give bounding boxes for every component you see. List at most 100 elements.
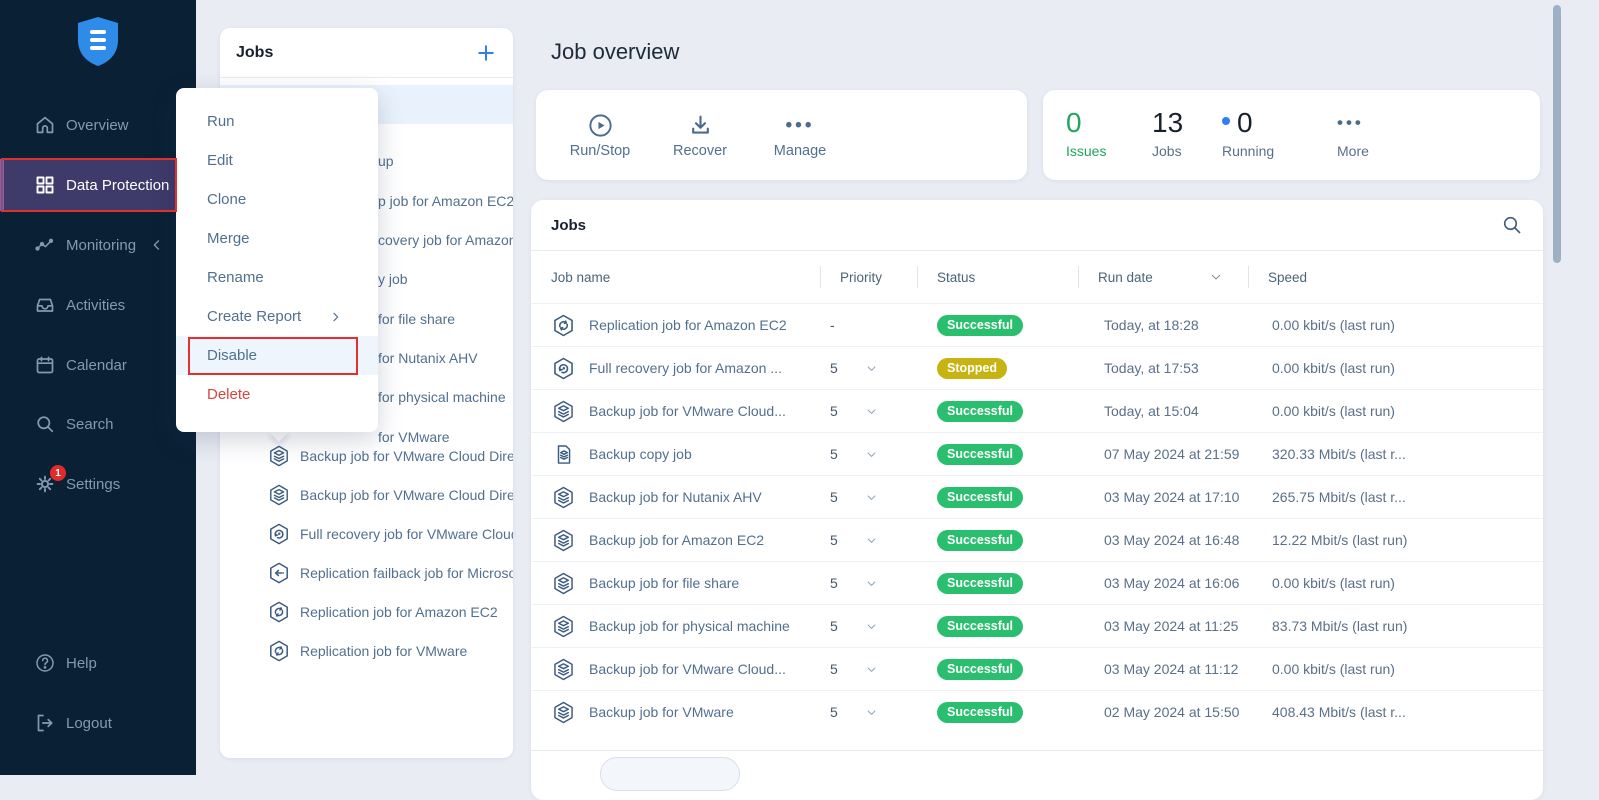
speed-cell: 0.00 kbit/s (last run) xyxy=(1248,403,1543,419)
priority-dropdown-chevron-icon[interactable] xyxy=(864,576,879,591)
app-root: { "colors": { "sidebar_bg": "#0a2135", "… xyxy=(0,0,1599,775)
run-date-cell: 02 May 2024 at 15:50 xyxy=(1078,704,1248,720)
job-item-label-fragment: for file share xyxy=(378,311,455,327)
table-row[interactable]: Replication job for Amazon EC2-Successfu… xyxy=(531,303,1543,346)
sidebar-item-data-protection[interactable]: Data Protection xyxy=(0,159,196,211)
run-date-cell: Today, at 18:28 xyxy=(1078,317,1248,333)
context-menu-item-label: Clone xyxy=(207,191,246,208)
sidebar-item-label: Logout xyxy=(66,715,112,732)
priority-dropdown-chevron-icon[interactable] xyxy=(864,619,879,634)
replication-job-icon xyxy=(267,600,291,624)
table-row[interactable]: Backup job for VMware Cloud...5Successfu… xyxy=(531,389,1543,432)
priority-dropdown-chevron-icon[interactable] xyxy=(864,404,879,419)
column-header-run-date[interactable]: Run date xyxy=(1078,251,1248,303)
job-item-label: Replication failback job for Microsof xyxy=(300,565,513,581)
job-name: Backup job for physical machine xyxy=(589,618,790,634)
run-date-cell: 07 May 2024 at 21:59 xyxy=(1078,446,1248,462)
sidebar-item-monitoring[interactable]: Monitoring xyxy=(0,219,196,271)
column-header-priority[interactable]: Priority xyxy=(820,251,917,303)
jobs-list-item[interactable]: Replication failback job for Microsof xyxy=(220,553,513,592)
table-row[interactable]: Backup job for Amazon EC25Successful03 M… xyxy=(531,518,1543,561)
context-menu-item-clone[interactable]: Clone xyxy=(176,180,378,219)
sidebar-item-settings[interactable]: 1Settings xyxy=(0,458,196,510)
run-stop-button[interactable]: Run/Stop xyxy=(564,111,636,159)
priority-dropdown-chevron-icon[interactable] xyxy=(864,447,879,462)
context-menu-item-create-report[interactable]: Create Report xyxy=(176,297,378,336)
table-row[interactable]: Backup job for file share5Successful03 M… xyxy=(531,561,1543,604)
table-row[interactable]: Backup job for VMware5Successful02 May 2… xyxy=(531,690,1543,733)
sidebar-item-label: Settings xyxy=(66,476,120,493)
job-name-cell: Backup job for file share xyxy=(531,571,820,596)
search-icon[interactable] xyxy=(1501,214,1523,236)
sidebar-item-calendar[interactable]: Calendar xyxy=(0,339,196,391)
priority-cell: 5 xyxy=(820,704,917,720)
table-footer-button[interactable] xyxy=(600,757,740,791)
priority-value: 5 xyxy=(830,403,838,419)
job-name: Backup job for file share xyxy=(589,575,739,591)
sidebar-item-overview[interactable]: Overview xyxy=(0,99,196,151)
context-menu-item-delete[interactable]: Delete xyxy=(176,375,378,414)
job-name: Backup job for VMware Cloud... xyxy=(589,661,786,677)
priority-dropdown-chevron-icon[interactable] xyxy=(864,490,879,505)
column-header-label: Run date xyxy=(1098,270,1153,285)
column-header-job-name[interactable]: Job name xyxy=(531,251,820,303)
chevron-left-icon[interactable] xyxy=(148,236,166,254)
manage-button[interactable]: •••Manage xyxy=(764,111,836,159)
sidebar-item-activities[interactable]: Activities xyxy=(0,279,196,331)
toolbar-button-label: Run/Stop xyxy=(570,143,630,159)
recover-button[interactable]: Recover xyxy=(664,111,736,159)
jobs-list-item[interactable]: Replication job for Amazon EC2 xyxy=(220,592,513,631)
run-date-cell: Today, at 15:04 xyxy=(1078,403,1248,419)
jobs-list-item[interactable]: Backup job for VMware Cloud Direc xyxy=(220,475,513,514)
jobs-list-item[interactable]: Full recovery job for VMware Cloud xyxy=(220,514,513,553)
priority-dropdown-chevron-icon[interactable] xyxy=(864,662,879,677)
stat-more[interactable]: •••More xyxy=(1337,107,1369,159)
context-menu-item-rename[interactable]: Rename xyxy=(176,258,378,297)
job-item-label: Backup job for VMware Cloud Direc xyxy=(300,448,513,464)
stat-label: Running xyxy=(1222,143,1274,159)
status-badge: Successful xyxy=(937,573,1023,594)
run-date-cell: 03 May 2024 at 16:48 xyxy=(1078,532,1248,548)
priority-dropdown-chevron-icon[interactable] xyxy=(864,705,879,720)
priority-dropdown-chevron-icon[interactable] xyxy=(864,533,879,548)
logout-icon xyxy=(33,711,57,735)
add-job-button[interactable] xyxy=(475,42,497,64)
stat-label: Issues xyxy=(1066,143,1106,159)
jobs-table-title: Jobs xyxy=(551,217,586,234)
jobs-table-card: Jobs Job namePriorityStatus Run date Speed… xyxy=(531,200,1543,800)
vertical-scrollbar-thumb[interactable] xyxy=(1553,5,1561,263)
job-name-cell: Backup job for VMware xyxy=(531,700,820,725)
context-menu-item-edit[interactable]: Edit xyxy=(176,141,378,180)
job-item-label: Full recovery job for VMware Cloud xyxy=(300,526,513,542)
status-cell: Successful xyxy=(917,702,1078,723)
table-row[interactable]: Backup job for Nutanix AHV5Successful03 … xyxy=(531,475,1543,518)
sidebar-item-help[interactable]: Help xyxy=(0,637,196,689)
status-badge: Successful xyxy=(937,444,1023,465)
context-menu-item-merge[interactable]: Merge xyxy=(176,219,378,258)
sort-chevron-down-icon[interactable] xyxy=(1208,269,1224,285)
backup-job-icon xyxy=(551,485,576,510)
run-date-cell: 03 May 2024 at 16:06 xyxy=(1078,575,1248,591)
job-name-cell: Backup job for VMware Cloud... xyxy=(531,399,820,424)
table-row[interactable]: Backup job for VMware Cloud...5Successfu… xyxy=(531,647,1543,690)
context-menu-item-run[interactable]: Run xyxy=(176,102,378,141)
column-header-status[interactable]: Status xyxy=(917,251,1078,303)
context-menu-item-label: Run xyxy=(207,113,235,130)
context-menu: Run Edit Clone MergeRenameCreate ReportDisa… xyxy=(176,88,378,432)
sidebar-item-search[interactable]: Search xyxy=(0,398,196,450)
priority-dropdown-chevron-icon[interactable] xyxy=(864,361,879,376)
priority-cell: - xyxy=(820,317,917,333)
stat-label: More xyxy=(1337,143,1369,159)
table-row[interactable]: Full recovery job for Amazon ...5Stopped… xyxy=(531,346,1543,389)
jobs-list-item[interactable]: Replication job for VMware xyxy=(220,631,513,670)
jobs-list-item[interactable]: Backup job for VMware Cloud Direc xyxy=(220,436,513,475)
priority-cell: 5 xyxy=(820,489,917,505)
sidebar-item-logout[interactable]: Logout xyxy=(0,697,196,749)
column-header-speed[interactable]: Speed xyxy=(1248,251,1543,303)
play-circle-icon xyxy=(587,111,614,139)
status-cell: Successful xyxy=(917,530,1078,551)
context-menu-item-disable[interactable]: Disable xyxy=(176,336,378,375)
table-row[interactable]: Backup job for physical machine5Successf… xyxy=(531,604,1543,647)
priority-cell: 5 xyxy=(820,446,917,462)
table-row[interactable]: Backup copy job5Successful07 May 2024 at… xyxy=(531,432,1543,475)
